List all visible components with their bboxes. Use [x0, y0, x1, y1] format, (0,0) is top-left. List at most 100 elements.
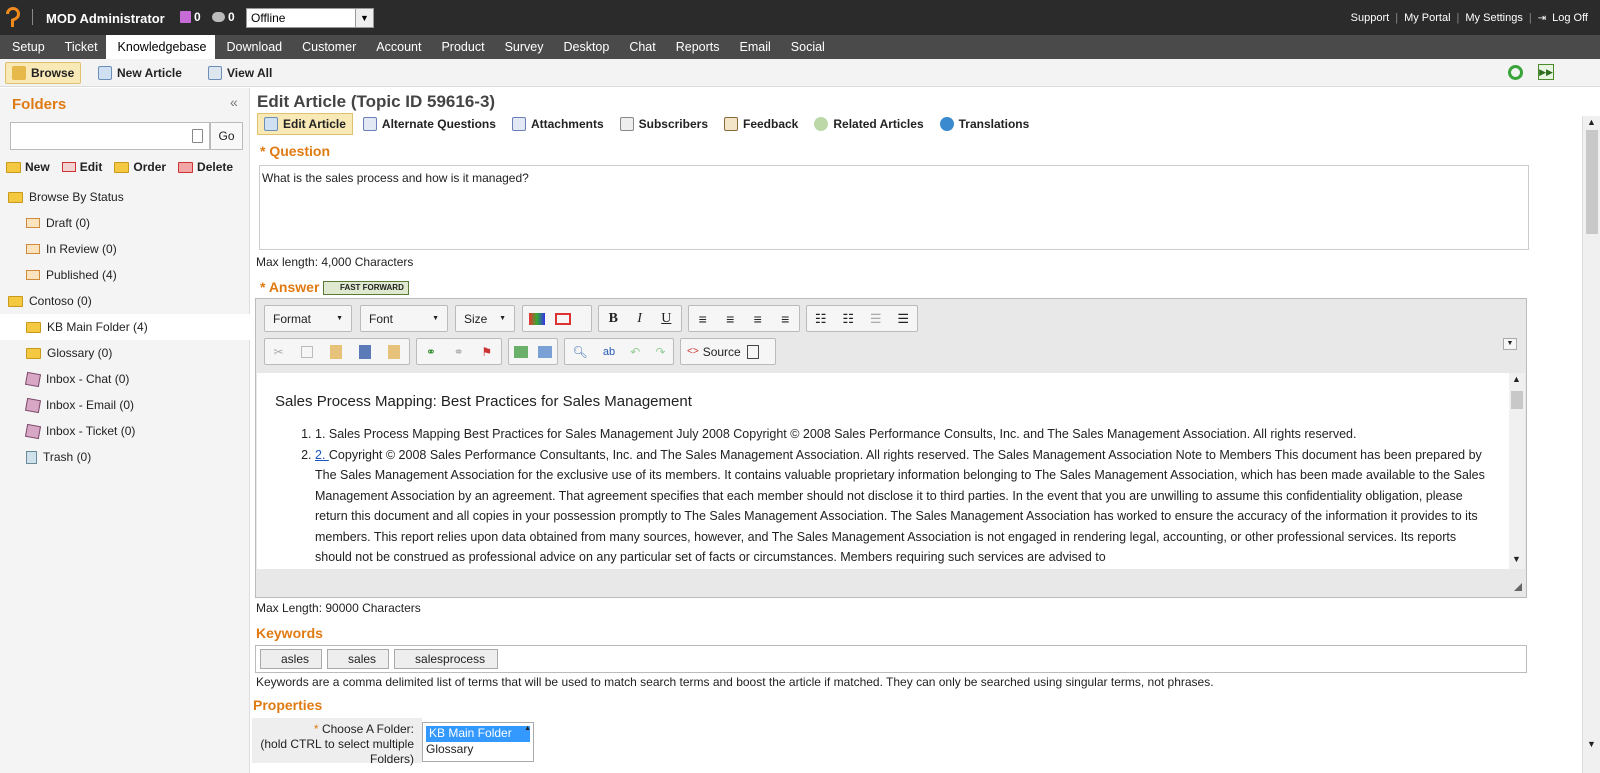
- tree-item-kb-main-folder[interactable]: KB Main Folder (4): [0, 314, 250, 340]
- undo-icon[interactable]: ↶: [630, 345, 640, 359]
- tab-alternate-questions[interactable]: Alternate Questions: [357, 113, 502, 135]
- replace-icon[interactable]: ab: [603, 346, 615, 358]
- table-icon[interactable]: [555, 312, 571, 325]
- scroll-down-icon[interactable]: ▼: [1512, 554, 1521, 564]
- order-folder-button[interactable]: Order: [114, 160, 166, 174]
- tab-translations[interactable]: Translations: [934, 113, 1036, 135]
- scroll-thumb[interactable]: [1511, 391, 1523, 409]
- multiselect-scroll-up-icon[interactable]: ▲: [524, 725, 531, 732]
- my-portal-link[interactable]: My Portal: [1404, 12, 1450, 24]
- copy-icon[interactable]: [300, 345, 313, 358]
- fast-forward-button[interactable]: FAST FORWARD: [323, 281, 409, 295]
- page-scrollbar[interactable]: ▲ ▼: [1582, 116, 1600, 773]
- indent-icon[interactable]: ☰: [897, 311, 909, 327]
- justify-icon[interactable]: ≡: [781, 311, 789, 327]
- notifications-counter[interactable]: 0: [180, 10, 201, 24]
- preview-icon[interactable]: [746, 344, 759, 359]
- underline-icon[interactable]: U: [661, 311, 671, 327]
- tab-related-articles[interactable]: Related Articles: [808, 113, 929, 135]
- nav-survey[interactable]: Survey: [493, 35, 552, 59]
- keyword-chip[interactable]: asles: [260, 649, 323, 669]
- log-off-link[interactable]: Log Off: [1552, 12, 1588, 24]
- tree-item-inbox-chat[interactable]: Inbox - Chat (0): [0, 366, 250, 392]
- font-dropdown[interactable]: Font ▼: [360, 305, 448, 332]
- paste-text-icon[interactable]: [388, 344, 401, 359]
- nav-ticket[interactable]: Ticket: [53, 35, 106, 59]
- numbered-list-icon[interactable]: ☷: [815, 311, 827, 327]
- go-button[interactable]: Go: [210, 122, 243, 150]
- status-select[interactable]: Offline ▼: [246, 8, 374, 28]
- paste-word-icon[interactable]: [359, 344, 372, 359]
- folder-multiselect[interactable]: KB Main Folder Glossary ▲: [422, 722, 534, 762]
- editor-scrollbar[interactable]: ▲ ▼: [1509, 373, 1525, 569]
- scroll-thumb[interactable]: [1586, 130, 1598, 234]
- align-left-icon[interactable]: ≡: [699, 311, 707, 327]
- nav-desktop[interactable]: Desktop: [551, 35, 617, 59]
- scroll-up-icon[interactable]: ▲: [1512, 374, 1521, 384]
- tree-item-browse-by-status[interactable]: Browse By Status: [0, 184, 250, 210]
- flash-icon[interactable]: [538, 345, 552, 358]
- nav-chat[interactable]: Chat: [617, 35, 663, 59]
- outdent-icon[interactable]: ☰: [870, 311, 882, 327]
- resize-handle-icon[interactable]: [1514, 583, 1522, 591]
- tab-feedback[interactable]: Feedback: [718, 113, 804, 135]
- refresh-icon[interactable]: [1508, 65, 1523, 80]
- cut-icon[interactable]: ✂: [274, 345, 284, 359]
- find-icon[interactable]: 🔍︎: [573, 345, 588, 359]
- bulleted-list-icon[interactable]: ☷: [842, 311, 854, 327]
- question-field[interactable]: What is the sales process and how is it …: [259, 165, 1529, 250]
- link-icon[interactable]: ⚭: [426, 345, 436, 359]
- browse-button[interactable]: Browse: [5, 62, 82, 84]
- keyword-chip[interactable]: salesprocess: [394, 649, 499, 669]
- bold-icon[interactable]: B: [609, 311, 618, 327]
- new-article-button[interactable]: New Article: [92, 62, 188, 84]
- answer-content[interactable]: Sales Process Mapping: Best Practices fo…: [257, 373, 1510, 569]
- tab-attachments[interactable]: Attachments: [506, 113, 610, 135]
- tree-item-inbox-ticket[interactable]: Inbox - Ticket (0): [0, 418, 250, 444]
- italic-icon[interactable]: I: [637, 311, 642, 327]
- nav-social[interactable]: Social: [779, 35, 833, 59]
- paste-icon[interactable]: [330, 344, 343, 359]
- tree-item-draft[interactable]: Draft (0): [0, 210, 250, 236]
- nav-email[interactable]: Email: [728, 35, 779, 59]
- keywords-field[interactable]: asles sales salesprocess: [255, 645, 1527, 673]
- expand-icon[interactable]: ▶▶: [1538, 64, 1554, 80]
- redo-icon[interactable]: ↷: [655, 345, 665, 359]
- format-dropdown[interactable]: Format ▼: [264, 305, 352, 332]
- clear-icon[interactable]: [192, 129, 203, 143]
- folder-option-kb-main[interactable]: KB Main Folder: [426, 726, 530, 742]
- nav-setup[interactable]: Setup: [0, 35, 53, 59]
- anchor-flag-icon[interactable]: ⚑: [481, 345, 492, 359]
- tree-item-published[interactable]: Published (4): [0, 262, 250, 288]
- folder-search-input[interactable]: [10, 122, 210, 150]
- nav-knowledgebase[interactable]: Knowledgebase: [105, 35, 215, 59]
- edit-folder-button[interactable]: Edit: [61, 160, 102, 174]
- support-link[interactable]: Support: [1351, 12, 1390, 24]
- collapse-icon[interactable]: «: [230, 94, 238, 110]
- text-color-icon[interactable]: [529, 312, 545, 325]
- nav-account[interactable]: Account: [364, 35, 429, 59]
- tree-item-glossary[interactable]: Glossary (0): [0, 340, 250, 366]
- tree-item-in-review[interactable]: In Review (0): [0, 236, 250, 262]
- image-icon[interactable]: [514, 345, 528, 358]
- nav-reports[interactable]: Reports: [664, 35, 728, 59]
- size-dropdown[interactable]: Size ▼: [455, 305, 515, 332]
- nav-product[interactable]: Product: [429, 35, 492, 59]
- tree-item-contoso[interactable]: Contoso (0): [0, 288, 250, 314]
- chat-counter[interactable]: 0: [212, 10, 235, 24]
- scroll-up-icon[interactable]: ▲: [1587, 117, 1596, 127]
- tree-item-trash[interactable]: Trash (0): [0, 444, 250, 470]
- tab-edit-article[interactable]: Edit Article: [257, 113, 353, 135]
- nav-download[interactable]: Download: [215, 35, 291, 59]
- nav-customer[interactable]: Customer: [290, 35, 364, 59]
- source-button[interactable]: <> Source: [687, 345, 741, 359]
- scroll-down-icon[interactable]: ▼: [1587, 739, 1596, 749]
- align-center-icon[interactable]: ≡: [726, 311, 734, 327]
- folder-option-glossary[interactable]: Glossary: [423, 742, 533, 758]
- toolbar-collapse-icon[interactable]: ▼: [1503, 338, 1517, 350]
- new-folder-button[interactable]: New: [6, 160, 50, 174]
- delete-folder-button[interactable]: Delete: [178, 160, 233, 174]
- keyword-chip[interactable]: sales: [327, 649, 390, 669]
- unlink-icon[interactable]: ⚭: [454, 345, 464, 359]
- align-right-icon[interactable]: ≡: [754, 311, 762, 327]
